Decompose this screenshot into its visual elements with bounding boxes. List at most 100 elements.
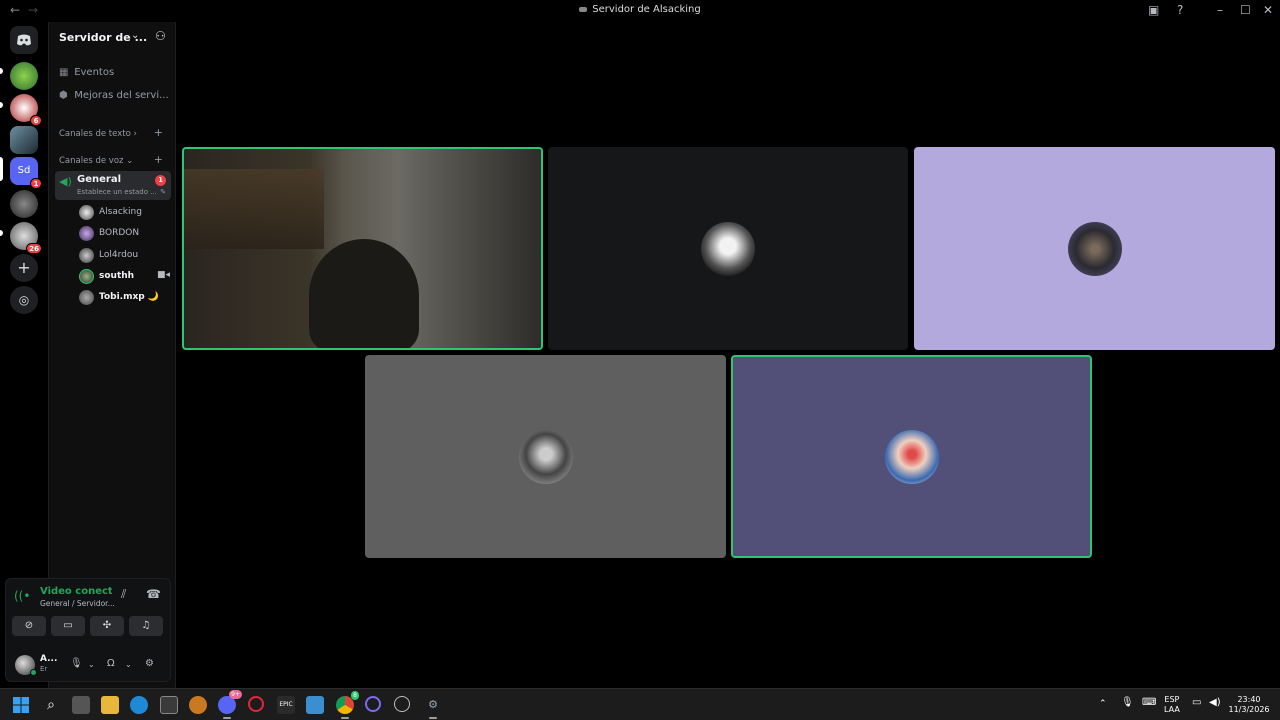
maximize-icon[interactable]: ☐ xyxy=(1240,3,1251,17)
clock[interactable]: 23:40 11/3/2026 xyxy=(1228,695,1270,715)
plus-icon: + xyxy=(17,258,31,277)
video-tile-participant[interactable] xyxy=(548,147,908,350)
video-stage xyxy=(177,22,1280,688)
avatar xyxy=(79,290,94,305)
toggle-camera-button[interactable]: ⊘ xyxy=(12,616,46,636)
add-server-button[interactable]: + xyxy=(10,254,38,282)
voice-connected-label: Video conectac xyxy=(40,586,112,597)
camera-feed-shelf xyxy=(184,169,324,249)
headphones-icon[interactable]: Ω xyxy=(107,658,115,669)
active-indicator xyxy=(429,717,437,719)
chrome-icon[interactable]: 8 xyxy=(336,691,359,714)
tray-chevron-icon[interactable]: ⌃ xyxy=(1099,699,1107,709)
window-titlebar: ← → Servidor de Alsacking ▣ ? – ☐ ✕ xyxy=(0,0,1280,22)
discord-taskbar-icon[interactable]: 9+ xyxy=(218,690,242,714)
unread-pill xyxy=(0,102,3,108)
discord-icon xyxy=(17,34,31,46)
chevron-down-icon[interactable]: ⌄ xyxy=(88,660,95,669)
voice-channels-category[interactable]: Canales de voz ⌄ xyxy=(59,156,133,166)
camera-feed-person xyxy=(309,239,419,348)
volume-icon[interactable]: ◀) xyxy=(1209,698,1221,708)
notification-badge: 8 xyxy=(351,691,359,700)
video-tile-camera[interactable] xyxy=(182,147,543,350)
help-icon[interactable]: ? xyxy=(1177,3,1183,17)
guild-icon-active[interactable]: Sd 1 xyxy=(10,157,42,189)
chevron-down-icon: ⌄ xyxy=(131,30,140,41)
pencil-icon[interactable]: ✎ xyxy=(160,188,166,196)
channel-badge: 1 xyxy=(155,175,166,186)
guild-icon-5[interactable] xyxy=(10,190,38,218)
active-indicator xyxy=(223,717,231,719)
selected-pill xyxy=(0,157,3,181)
guild-icon-6[interactable]: 26 xyxy=(10,222,42,254)
voice-channel-general[interactable]: ◀) General Establece un estado ... 1 ✎ xyxy=(55,171,171,200)
text-channels-category[interactable]: Canales de texto › xyxy=(59,129,137,139)
soundboard-icon: ♫ xyxy=(141,620,151,631)
mic-tray-icon[interactable]: 🎙 xyxy=(1121,698,1134,708)
video-camera-icon: ■◂ xyxy=(157,270,171,280)
voice-channel-link[interactable]: General / Servidor... xyxy=(40,599,115,608)
app-icon[interactable] xyxy=(189,696,207,714)
calendar-icon: ▦ xyxy=(59,67,69,78)
direct-messages-button[interactable] xyxy=(10,26,38,54)
shield-icon: ⬢ xyxy=(59,90,68,101)
store-icon[interactable] xyxy=(160,696,178,714)
keyboard-icon[interactable]: ⌨ xyxy=(1142,698,1156,708)
active-indicator xyxy=(341,717,349,719)
guild-icon-3[interactable] xyxy=(10,126,38,154)
mention-badge: 26 xyxy=(26,243,42,254)
inbox-icon[interactable]: ▣ xyxy=(1148,3,1159,17)
video-tile-participant[interactable] xyxy=(731,355,1092,558)
file-explorer-icon[interactable] xyxy=(101,696,119,714)
explore-button[interactable]: ◎ xyxy=(10,286,38,314)
guild-icon-1[interactable] xyxy=(10,62,38,90)
activities-icon: ✣ xyxy=(102,620,112,631)
boosts-item[interactable]: ⬢ Mejoras del servi... xyxy=(59,90,169,101)
notification-badge: 9+ xyxy=(229,690,242,699)
edge-icon[interactable] xyxy=(130,696,148,714)
start-button[interactable] xyxy=(12,696,30,714)
app-icon[interactable] xyxy=(306,696,324,714)
video-tile-participant[interactable] xyxy=(365,355,726,558)
add-voice-channel-icon[interactable]: + xyxy=(154,153,163,166)
share-screen-button[interactable]: ▭ xyxy=(51,616,85,636)
avatar xyxy=(79,269,94,284)
unread-pill xyxy=(0,230,3,236)
window-title: Servidor de Alsacking xyxy=(0,4,1280,15)
avatar xyxy=(79,226,94,241)
channel-status[interactable]: Establece un estado ... xyxy=(77,188,157,196)
avatar xyxy=(518,429,573,484)
app-icon[interactable] xyxy=(365,696,381,712)
epic-games-icon[interactable]: EPIC xyxy=(277,696,295,714)
avatar xyxy=(79,205,94,220)
task-view-icon[interactable] xyxy=(72,696,90,714)
close-icon[interactable]: ✕ xyxy=(1263,3,1273,17)
unread-pill xyxy=(0,68,3,74)
video-tile-participant[interactable] xyxy=(914,147,1275,350)
noise-suppression-icon[interactable]: ⫽ xyxy=(121,587,126,602)
soundboard-button[interactable]: ♫ xyxy=(129,616,163,636)
compass-icon: ◎ xyxy=(18,293,30,307)
minimize-icon[interactable]: – xyxy=(1217,3,1223,17)
mic-icon[interactable]: 🎙 xyxy=(70,658,83,669)
opera-icon[interactable] xyxy=(248,696,264,712)
gear-icon[interactable]: ⚙ xyxy=(145,658,154,669)
voice-status-panel: ((• Video conectac General / Servidor...… xyxy=(5,578,171,682)
invite-people-icon[interactable]: ⚇ xyxy=(155,29,166,43)
username[interactable]: A... xyxy=(40,654,57,664)
app-icon[interactable] xyxy=(394,696,410,712)
language-indicator[interactable]: ESP LAA xyxy=(1164,695,1180,715)
guild-icon-2[interactable]: 6 xyxy=(10,94,42,126)
chevron-down-icon[interactable]: ⌄ xyxy=(125,660,132,669)
hangup-icon[interactable]: ☎ xyxy=(146,587,161,601)
network-icon[interactable]: ▭ xyxy=(1192,698,1201,708)
speaker-icon: ◀) xyxy=(59,175,72,188)
settings-taskbar-icon[interactable]: ⚙ xyxy=(424,696,442,714)
online-status-dot xyxy=(30,669,37,676)
activities-button[interactable]: ✣ xyxy=(90,616,124,636)
user-status: Er xyxy=(40,665,48,673)
search-icon[interactable]: ⌕ xyxy=(42,696,60,714)
events-item[interactable]: ▦ Eventos xyxy=(59,67,114,78)
add-text-channel-icon[interactable]: + xyxy=(154,126,163,139)
server-header[interactable]: Servidor de ... ⌄ ⚇ xyxy=(49,22,177,54)
